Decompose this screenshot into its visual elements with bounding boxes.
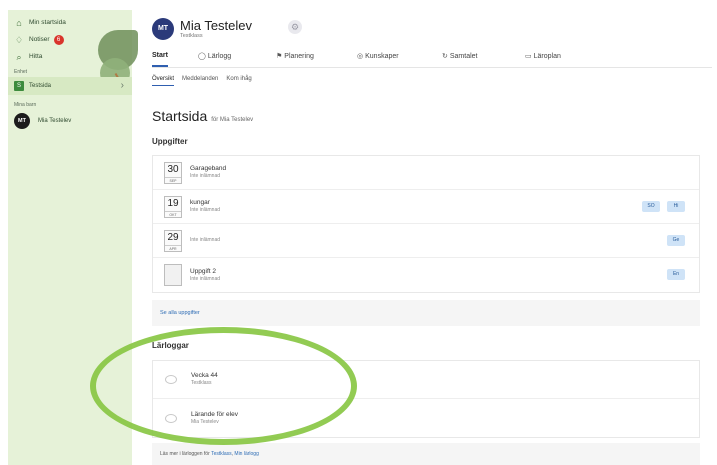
tab-label: Planering xyxy=(284,52,314,60)
calendar-date: 19 OKT xyxy=(164,195,182,218)
tab-laroplan[interactable]: ▭ Läroplan xyxy=(525,52,561,61)
calendar-day: 30 xyxy=(167,163,179,175)
notification-count-badge: 6 xyxy=(53,34,64,45)
logs-footer-link-class[interactable]: Testklass xyxy=(211,451,232,457)
log-subtitle: Mia Testelev xyxy=(191,418,219,425)
page-title-text: Startsida xyxy=(152,108,208,124)
sidebar-section-heading: Mina barn xyxy=(14,102,37,108)
subject-tag: En xyxy=(667,269,685,280)
log-title: Lärande för elev xyxy=(191,410,238,418)
avatar: MT xyxy=(14,113,30,129)
tab-label: Läroplan xyxy=(533,52,561,60)
sidebar-item-home[interactable]: ⌂ Min startsida xyxy=(8,14,132,31)
subtab-meddelanden[interactable]: Meddelanden xyxy=(182,76,218,88)
log-subtitle: Testklass xyxy=(191,380,212,386)
sidebar-item-child[interactable]: MT Mia Testelev xyxy=(8,110,132,132)
search-icon: ⌕ xyxy=(16,51,22,62)
subject-tag: Hi xyxy=(667,201,685,212)
logs-footer: Läs mer i lärloggen för Testklass, Min l… xyxy=(152,443,700,465)
log-row[interactable]: Vecka 44 Testklass xyxy=(153,361,699,399)
task-status: Inte inlämnad xyxy=(190,207,221,213)
calendar-month: SEP xyxy=(165,176,181,184)
sidebar-item-label: Notiser xyxy=(29,36,50,43)
subtab-bar: Översikt Meddelanden Kom ihåg xyxy=(152,76,260,88)
sidebar-item-label: Hitta xyxy=(29,53,43,60)
sidebar-item-label: Testsida xyxy=(29,83,52,89)
page-title-subject: för Mia Testelev xyxy=(211,117,254,123)
sidebar-item-school[interactable]: S Testsida › xyxy=(8,77,132,95)
calendar-month: OKT xyxy=(165,210,181,218)
tab-samtalet[interactable]: ↻ Samtalet xyxy=(442,52,478,61)
task-row[interactable]: 19 OKT kungar Inte inlämnad SO Hi xyxy=(153,190,699,224)
tab-kunskaper[interactable]: ◎ Kunskaper xyxy=(357,52,399,61)
chevron-right-icon: › xyxy=(120,80,124,91)
calendar-date: 29 APR xyxy=(164,229,182,252)
subtab-kom-ihag[interactable]: Kom ihåg xyxy=(226,76,251,88)
calendar-date: 30 SEP xyxy=(164,161,182,184)
gear-icon[interactable]: ⚙ xyxy=(288,20,303,34)
sidebar-item-label: Mia Testelev xyxy=(38,118,72,124)
logs-heading: Lärloggar xyxy=(152,341,189,350)
subject-tags: Ge xyxy=(660,235,685,246)
speech-bubble-icon xyxy=(165,413,177,423)
calendar-day: 19 xyxy=(167,197,179,209)
logs-footer-link-mine[interactable]: Min lärlogg xyxy=(234,451,258,457)
school-badge-icon: S xyxy=(14,81,24,91)
profile-header: MT Mia Testelev Testklass ⚙ xyxy=(152,18,303,40)
see-all-tasks-link[interactable]: Se alla uppgifter xyxy=(152,300,700,326)
class-name: Testklass xyxy=(180,33,203,39)
log-title: Vecka 44 xyxy=(191,372,218,379)
calendar-day: 29 xyxy=(167,231,179,243)
calendar-month: APR xyxy=(165,244,181,252)
log-row[interactable]: Lärande för elev Mia Testelev xyxy=(153,399,699,437)
book-icon: ▭ xyxy=(525,53,532,60)
tab-larlogg[interactable]: ◯ Lärlogg xyxy=(198,52,232,61)
flag-icon: ⚑ xyxy=(276,53,283,60)
tab-bar: Start ◯ Lärlogg ⚑ Planering ◎ Kunskaper … xyxy=(152,50,712,68)
task-row[interactable]: Uppgift 2 Inte inlämnad En xyxy=(153,258,699,292)
tab-label: Kunskaper xyxy=(365,52,399,60)
tasks-heading: Uppgifter xyxy=(152,137,188,146)
subject-tags: En xyxy=(660,269,685,280)
task-status: Inte inlämnad xyxy=(190,275,221,282)
sidebar-item-label: Min startsida xyxy=(29,19,66,26)
main-content: MT Mia Testelev Testklass ⚙ Start ◯ Lärl… xyxy=(140,10,717,465)
tab-label: Lärlogg xyxy=(207,52,232,60)
subject-tag: Ge xyxy=(667,235,685,246)
calendar-blank-icon xyxy=(164,264,182,286)
logs-footer-text: Läs mer i lärloggen för xyxy=(160,451,210,457)
subtab-oversikt[interactable]: Översikt xyxy=(152,76,175,88)
task-row[interactable]: 30 SEP Garageband Inte inlämnad xyxy=(153,156,699,190)
avatar: MT xyxy=(152,18,174,40)
page-title: Startsida för Mia Testelev xyxy=(152,108,253,124)
refresh-icon: ↻ xyxy=(442,53,448,60)
home-icon: ⌂ xyxy=(16,17,22,28)
subject-tags: SO Hi xyxy=(635,201,685,212)
sidebar: ⌂ Min startsida ♢ Notiser 6 ⌕ Hitta Enhe… xyxy=(8,10,138,465)
tab-start[interactable]: Start xyxy=(152,52,168,67)
task-title: Garageband xyxy=(190,165,227,172)
task-title: kungar xyxy=(190,199,210,206)
tasks-card: 30 SEP Garageband Inte inlämnad 19 OKT k… xyxy=(152,155,700,293)
bell-icon: ♢ xyxy=(14,34,24,45)
speech-bubble-icon: ◯ xyxy=(198,53,206,60)
tab-label: Samtalet xyxy=(449,52,478,60)
tab-label: Start xyxy=(152,52,168,59)
task-row[interactable]: 29 APR Inte inlämnad Ge xyxy=(153,224,699,258)
target-icon: ◎ xyxy=(357,53,364,60)
speech-bubble-icon xyxy=(165,375,177,384)
page-owner-name: Mia Testelev xyxy=(180,18,253,33)
subject-tag: SO xyxy=(642,201,660,212)
task-title: Uppgift 2 xyxy=(190,267,217,275)
task-status: Inte inlämnad xyxy=(190,237,221,243)
tab-planering[interactable]: ⚑ Planering xyxy=(276,52,314,61)
logs-card: Vecka 44 Testklass Lärande för elev Mia … xyxy=(152,360,700,438)
task-status: Inte inlämnad xyxy=(190,173,221,179)
